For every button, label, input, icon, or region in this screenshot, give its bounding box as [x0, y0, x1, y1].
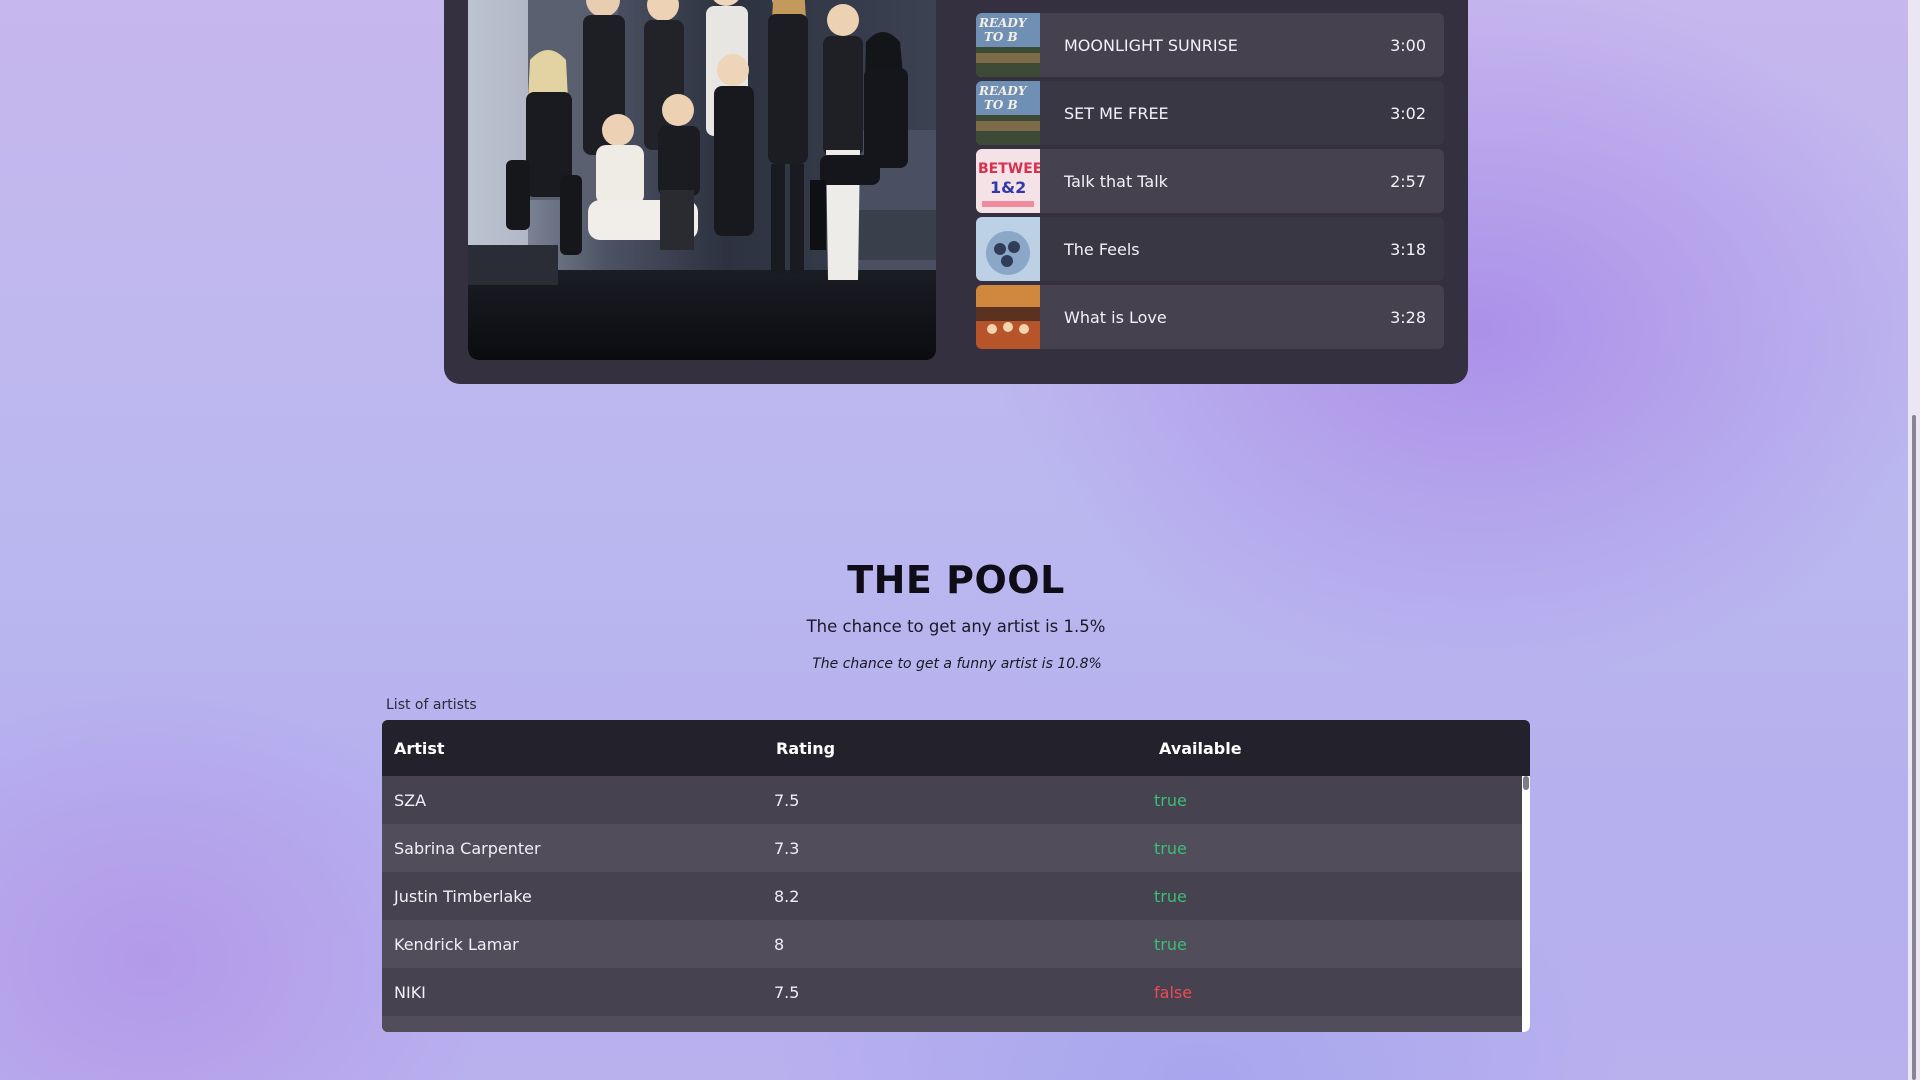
track-row[interactable]: READY TO B SET ME FREE 3:02: [976, 81, 1444, 145]
page-scrollbar[interactable]: [1908, 0, 1920, 1080]
table-scrollbar-thumb[interactable]: [1523, 776, 1529, 790]
svg-text:1&2: 1&2: [990, 178, 1026, 197]
track-row[interactable]: BETWEEN 1&2 Talk that Talk 2:57: [976, 149, 1444, 213]
table-scrollbar[interactable]: [1522, 776, 1530, 1032]
cell-available: true: [1154, 839, 1187, 858]
track-duration: 3:00: [1390, 35, 1426, 55]
album-art-icon: [976, 285, 1040, 349]
track-list: READY TO B MOONLIGHT SUNRISE 3:00 READY …: [976, 13, 1444, 353]
track-row[interactable]: What is Love 3:28: [976, 285, 1444, 349]
track-duration: 3:02: [1390, 103, 1426, 123]
table-row: Kendrick Lamar 8 true: [382, 920, 1522, 968]
table-row: Sabrina Carpenter 7.3 true: [382, 824, 1522, 872]
table-caption: List of artists: [386, 697, 477, 713]
svg-text:READY: READY: [978, 16, 1028, 30]
page-scrollbar-thumb[interactable]: [1912, 415, 1916, 1080]
track-title: SET ME FREE: [1064, 103, 1169, 123]
cell-available: true: [1154, 791, 1187, 810]
album-art-icon: READY TO B: [976, 81, 1040, 145]
pool-subtitle-italic: The chance to get a funny artist is 10.8…: [812, 656, 1102, 672]
track-duration: 2:57: [1390, 171, 1426, 191]
cell-rating: 8: [774, 935, 785, 954]
cell-available: true: [1154, 887, 1187, 906]
table-row: SZA 7.5 true: [382, 776, 1522, 824]
cell-rating: 7.5: [774, 983, 800, 1002]
table-header: Artist Rating Available: [382, 720, 1530, 776]
pool-title: THE POOL: [847, 558, 1065, 602]
svg-text:TO B: TO B: [984, 98, 1018, 112]
cell-artist: NIKI: [394, 983, 426, 1002]
table-row: [382, 1016, 1522, 1032]
track-title: What is Love: [1064, 307, 1167, 327]
table-body[interactable]: SZA 7.5 true Sabrina Carpenter 7.3 true …: [382, 776, 1522, 1032]
track-title: Talk that Talk: [1064, 171, 1168, 191]
track-row[interactable]: READY TO B MOONLIGHT SUNRISE 3:00: [976, 13, 1444, 77]
track-duration: 3:28: [1390, 307, 1426, 327]
music-card: READY TO B MOONLIGHT SUNRISE 3:00 READY …: [444, 0, 1468, 384]
pool-subtitle: The chance to get any artist is 1.5%: [806, 617, 1106, 636]
cell-artist: Sabrina Carpenter: [394, 839, 541, 858]
artist-table: Artist Rating Available SZA 7.5 true Sab…: [382, 720, 1530, 1032]
cell-available: false: [1154, 983, 1193, 1002]
svg-text:TO B: TO B: [984, 30, 1018, 44]
cell-rating: 7.5: [774, 791, 800, 810]
track-duration: 3:18: [1390, 239, 1426, 259]
table-row: Justin Timberlake 8.2 true: [382, 872, 1522, 920]
header-artist: Artist: [394, 738, 445, 758]
track-title: MOONLIGHT SUNRISE: [1064, 35, 1238, 55]
header-rating: Rating: [776, 738, 836, 758]
track-title: The Feels: [1064, 239, 1140, 259]
cell-artist: Kendrick Lamar: [394, 935, 519, 954]
header-available: Available: [1159, 738, 1242, 758]
svg-text:READY: READY: [978, 84, 1028, 98]
cell-rating: 7.3: [774, 839, 800, 858]
album-art-icon: [976, 217, 1040, 281]
cell-available: true: [1154, 935, 1187, 954]
table-row: NIKI 7.5 false: [382, 968, 1522, 1016]
cell-artist: SZA: [394, 791, 427, 810]
track-row[interactable]: The Feels 3:18: [976, 217, 1444, 281]
album-art-icon: BETWEEN 1&2: [976, 149, 1040, 213]
svg-text:BETWEEN: BETWEEN: [978, 161, 1040, 177]
cell-rating: 8.2: [774, 887, 800, 906]
group-photo: [468, 0, 936, 360]
album-art-icon: READY TO B: [976, 13, 1040, 77]
cell-artist: Justin Timberlake: [394, 887, 532, 906]
